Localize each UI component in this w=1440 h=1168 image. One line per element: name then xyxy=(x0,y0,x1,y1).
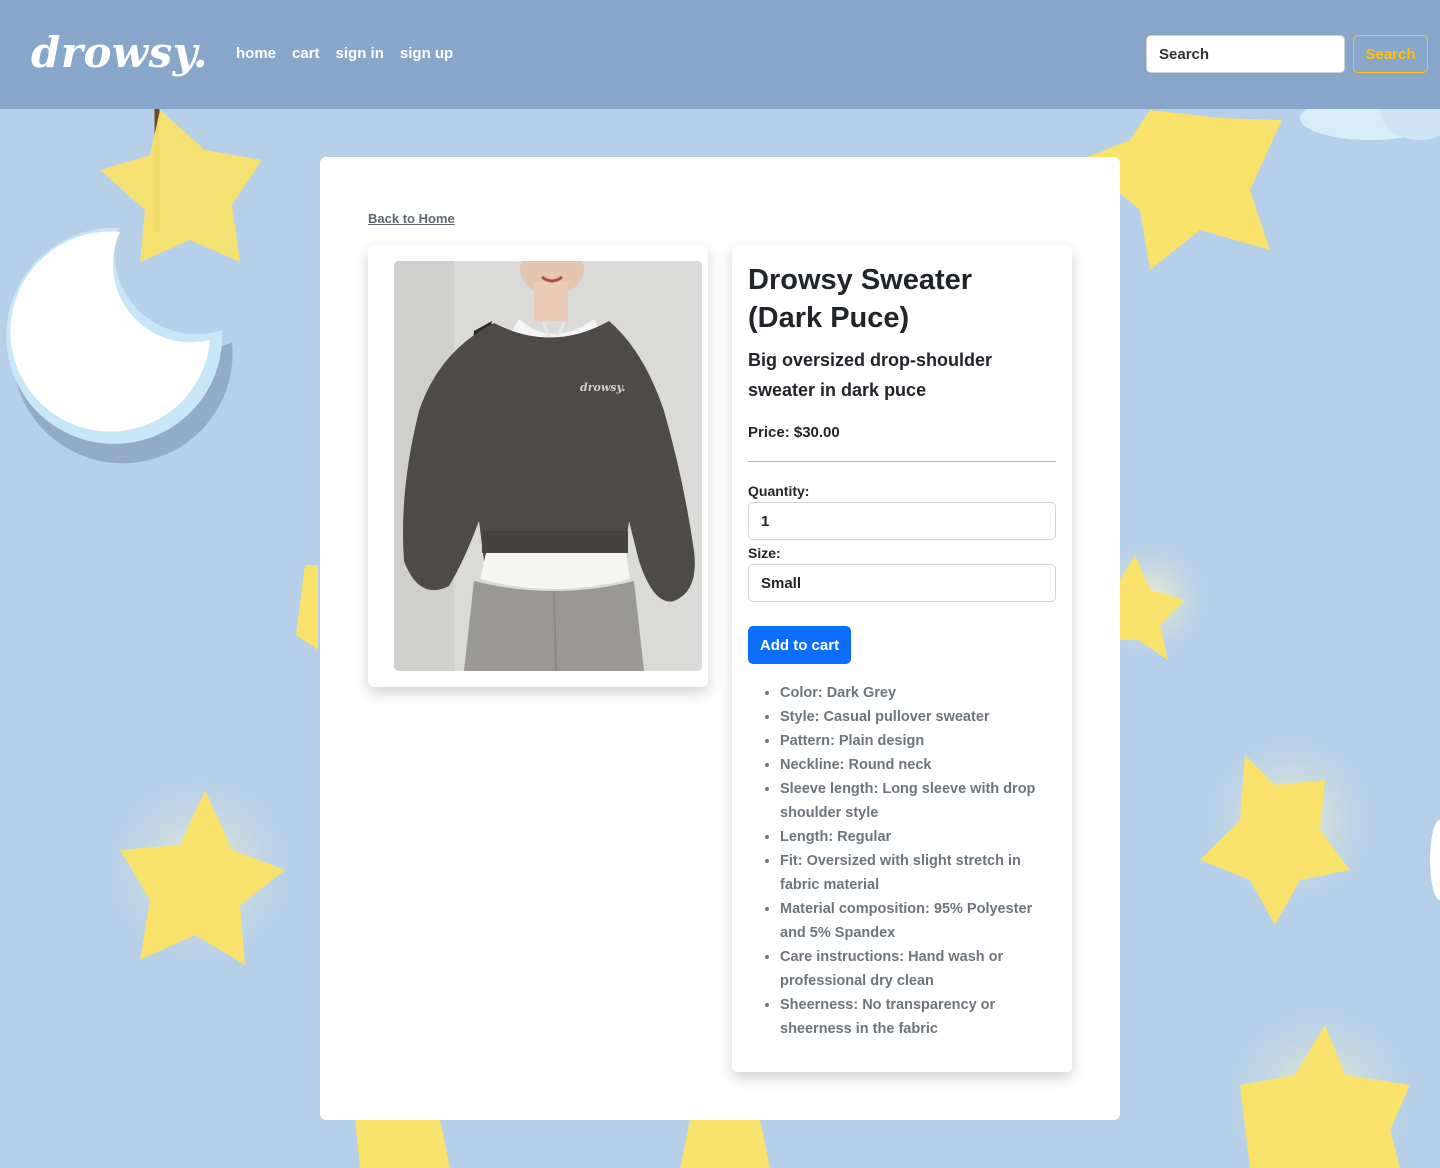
star-icon xyxy=(296,565,318,650)
navbar: drowsy. home cart sign in sign up Search xyxy=(0,0,1440,109)
list-item: Care instructions: Hand wash or professi… xyxy=(780,945,1056,993)
list-item: Fit: Oversized with slight stretch in fa… xyxy=(780,849,1056,897)
list-item: Color: Dark Grey xyxy=(780,681,1056,705)
moon-icon xyxy=(6,227,233,464)
list-item: Sleeve length: Long sleeve with drop sho… xyxy=(780,777,1056,825)
product-image: drowsy. xyxy=(394,261,702,671)
nav-link-cart[interactable]: cart xyxy=(292,45,320,62)
star-icon xyxy=(1190,720,1390,925)
product-details-card: Drowsy Sweater (Dark Puce) Big oversized… xyxy=(732,245,1072,1072)
search-button[interactable]: Search xyxy=(1353,35,1428,73)
product-page-card: Back to Home drowsy. Drowsy Sweater (Dar… xyxy=(320,157,1120,1120)
product-price: Price: $30.00 xyxy=(748,424,840,441)
list-item: Style: Casual pullover sweater xyxy=(780,705,1056,729)
list-item: Pattern: Plain design xyxy=(780,729,1056,753)
nav-link-home[interactable]: home xyxy=(236,45,276,62)
product-image-card: drowsy. xyxy=(368,245,708,687)
nav-link-sign-in[interactable]: sign in xyxy=(336,45,384,62)
nav-link-sign-up[interactable]: sign up xyxy=(400,45,453,62)
product-title: Drowsy Sweater (Dark Puce) xyxy=(748,264,973,334)
divider xyxy=(748,461,1056,462)
star-icon xyxy=(100,110,262,262)
star-icon xyxy=(1210,990,1430,1168)
add-to-cart-button[interactable]: Add to cart xyxy=(748,626,851,664)
sweater-logo-text: drowsy. xyxy=(580,381,626,394)
list-item: Material composition: 95% Polyester and … xyxy=(780,897,1056,945)
star-icon xyxy=(90,760,310,980)
size-label: Size: xyxy=(748,545,781,561)
quantity-label: Quantity: xyxy=(748,483,810,499)
back-to-home-link[interactable]: Back to Home xyxy=(368,211,455,226)
quantity-input[interactable]: 1 xyxy=(748,502,1056,540)
star-icon xyxy=(355,1120,770,1168)
size-select[interactable]: Small xyxy=(748,564,1056,602)
product-subtitle: Big oversized drop-shoulder sweater in d… xyxy=(748,350,993,400)
search-input[interactable] xyxy=(1146,35,1345,73)
list-item: Sheerness: No transparency or sheerness … xyxy=(780,993,1056,1041)
brand-logo[interactable]: drowsy. xyxy=(31,28,208,77)
nav-links: home cart sign in sign up xyxy=(236,45,453,62)
list-item: Neckline: Round neck xyxy=(780,753,1056,777)
feature-list: Color: Dark Grey Style: Casual pullover … xyxy=(780,681,1056,1041)
list-item: Length: Regular xyxy=(780,825,1056,849)
